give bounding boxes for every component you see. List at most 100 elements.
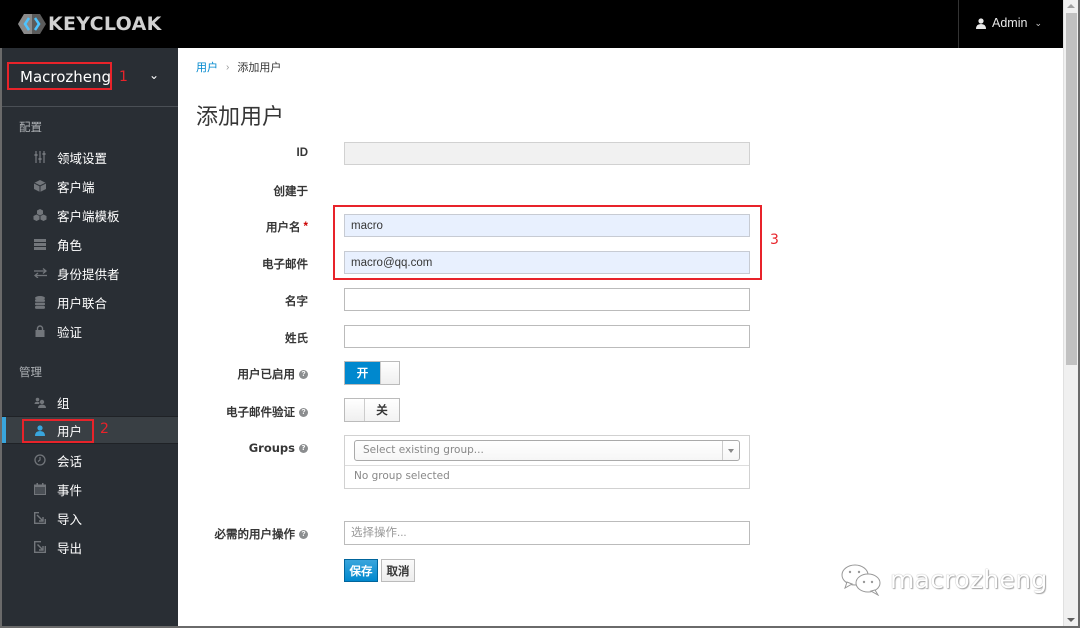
sidebar-item-authentication[interactable]: 验证: [2, 317, 178, 345]
annotation-number-1: 1: [119, 69, 128, 85]
annotation-number-3: 3: [770, 232, 779, 248]
annotation-number-2: 2: [100, 421, 109, 437]
section-title-manage: 管理: [19, 367, 42, 379]
keycloak-logo[interactable]: KEYCLOAK: [18, 12, 162, 36]
user-enabled-toggle[interactable]: 开: [344, 361, 400, 385]
sidebar-item-sessions[interactable]: 会话: [2, 446, 178, 474]
database-icon: [33, 295, 47, 309]
sidebar-item-label: 客户端: [57, 180, 95, 195]
sidebar-item-groups[interactable]: 组: [2, 388, 178, 416]
scroll-up-arrow-icon[interactable]: [1067, 4, 1075, 8]
toggle-knob: [380, 362, 399, 384]
email-verified-label-text: 电子邮件验证: [226, 407, 295, 419]
required-actions-input[interactable]: [344, 521, 750, 545]
watermark-text: macrozheng: [890, 564, 1048, 594]
id-label-text: ID: [296, 147, 309, 159]
created-label-text: 创建于: [273, 186, 309, 198]
required-actions-label: 必需的用户操作 ?: [214, 526, 308, 542]
last-name-label: 姓氏: [285, 330, 308, 346]
toggle-knob: [345, 399, 365, 421]
user-enabled-label: 用户已启用 ?: [237, 366, 308, 382]
sidebar-item-label: 组: [57, 396, 70, 411]
exchange-icon: [33, 266, 47, 280]
sidebar-item-label: 事件: [57, 483, 83, 498]
cubes-icon: [33, 208, 47, 222]
chevron-down-icon[interactable]: ⌄: [149, 68, 159, 82]
clock-icon: [33, 453, 47, 467]
sidebar-item-user-federation[interactable]: 用户联合: [2, 288, 178, 316]
email-verified-label: 电子邮件验证 ?: [226, 404, 308, 420]
help-icon[interactable]: ?: [299, 529, 308, 539]
wechat-icon: [841, 564, 881, 596]
sidebar-item-roles[interactable]: 角色: [2, 230, 178, 258]
help-icon[interactable]: ?: [299, 407, 308, 417]
sidebar-item-label: 导出: [57, 541, 83, 556]
required-asterisk: *: [303, 221, 308, 233]
first-name-label-text: 名字: [285, 296, 308, 308]
groups-select-placeholder: Select existing group...: [363, 444, 484, 456]
sidebar-item-identity-providers[interactable]: 身份提供者: [2, 259, 178, 287]
sidebar-item-label: 验证: [57, 325, 83, 340]
logo-text: KEYCLOAK: [48, 13, 162, 35]
id-field[interactable]: [344, 142, 750, 165]
sidebar-item-client-templates[interactable]: 客户端模板: [2, 201, 178, 229]
export-icon: [33, 540, 47, 554]
sidebar-item-events[interactable]: 事件: [2, 475, 178, 503]
sidebar-item-import[interactable]: 导入: [2, 504, 178, 532]
sidebar: Macrozheng ⌄ 配置 领域设置 客户端 客户端模板 角色 身份提供者: [2, 48, 178, 626]
email-verified-toggle[interactable]: 关: [344, 398, 400, 422]
toggle-off-label: 关: [365, 399, 399, 421]
calendar-icon: [33, 482, 47, 496]
first-name-label: 名字: [285, 293, 308, 309]
page-title: 添加用户: [196, 104, 285, 129]
scroll-down-arrow-icon[interactable]: [1067, 618, 1075, 622]
navbar-divider: [958, 0, 959, 48]
sidebar-item-label: 客户端模板: [57, 209, 120, 224]
help-icon[interactable]: ?: [299, 443, 308, 453]
users-icon: [33, 395, 47, 409]
user-enabled-label-text: 用户已启用: [237, 369, 296, 381]
groups-divider: [345, 465, 749, 466]
sliders-icon: [33, 150, 47, 164]
sidebar-item-export[interactable]: 导出: [2, 533, 178, 561]
annotation-box-1: [7, 62, 112, 90]
user-menu-dropdown[interactable]: Admin ⌄: [976, 16, 1042, 30]
sidebar-item-label: 会话: [57, 454, 83, 469]
groups-label-text: Groups: [248, 441, 295, 455]
required-actions-label-text: 必需的用户操作: [214, 529, 296, 541]
email-label: 电子邮件: [262, 256, 308, 272]
email-field[interactable]: [344, 251, 750, 274]
sidebar-item-label: 导入: [57, 512, 83, 527]
import-icon: [33, 511, 47, 525]
email-label-text: 电子邮件: [262, 259, 308, 271]
keycloak-logo-icon: [18, 14, 46, 34]
page-scrollbar[interactable]: [1063, 0, 1078, 626]
annotation-box-2: [22, 419, 94, 443]
top-navbar: KEYCLOAK Admin ⌄: [0, 0, 1064, 48]
groups-select[interactable]: Select existing group...: [354, 440, 740, 461]
sidebar-item-label: 用户联合: [57, 296, 108, 311]
created-label: 创建于: [274, 183, 309, 199]
sidebar-item-clients[interactable]: 客户端: [2, 172, 178, 200]
breadcrumb-separator-icon: ›: [226, 61, 230, 73]
save-button[interactable]: 保存: [344, 559, 378, 582]
groups-label: Groups ?: [249, 441, 308, 455]
id-label: ID: [297, 147, 309, 159]
scrollbar-thumb[interactable]: [1066, 13, 1077, 365]
watermark: macrozheng: [840, 562, 1048, 596]
last-name-field[interactable]: [344, 325, 750, 348]
cancel-button[interactable]: 取消: [381, 559, 415, 582]
breadcrumb-link-users[interactable]: 用户: [196, 59, 218, 75]
groups-empty-text: No group selected: [354, 470, 450, 482]
breadcrumb-current: 添加用户: [237, 62, 282, 74]
list-icon: [33, 237, 47, 251]
sidebar-item-label: 角色: [57, 238, 83, 253]
section-title-configure: 配置: [19, 122, 42, 134]
toggle-on-label: 开: [345, 362, 380, 384]
help-icon[interactable]: ?: [299, 369, 308, 379]
first-name-field[interactable]: [344, 288, 750, 311]
dropdown-arrow-icon[interactable]: [722, 441, 739, 460]
username-field[interactable]: [344, 214, 750, 237]
sidebar-item-realm-settings[interactable]: 领域设置: [2, 143, 178, 171]
username-label: 用户名 *: [266, 219, 308, 235]
